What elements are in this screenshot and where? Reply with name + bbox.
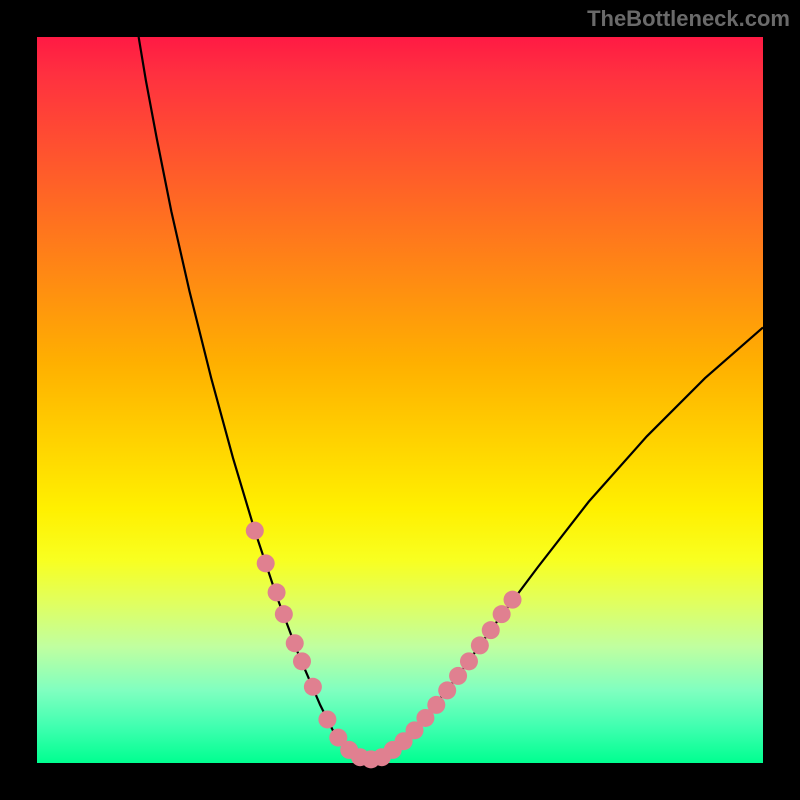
data-point-marker (427, 696, 445, 714)
data-point-marker (318, 710, 336, 728)
data-point-marker (304, 678, 322, 696)
data-point-marker (449, 667, 467, 685)
data-point-markers (246, 522, 522, 769)
watermark-text: TheBottleneck.com (587, 6, 790, 32)
data-point-marker (504, 591, 522, 609)
data-point-marker (438, 681, 456, 699)
data-point-marker (246, 522, 264, 540)
plot-area (37, 37, 763, 763)
data-point-marker (493, 605, 511, 623)
data-point-marker (257, 554, 275, 572)
data-point-marker (471, 636, 489, 654)
data-point-marker (268, 583, 286, 601)
chart-container: TheBottleneck.com (0, 0, 800, 800)
data-point-marker (275, 605, 293, 623)
data-point-marker (482, 621, 500, 639)
bottleneck-curve (139, 37, 763, 759)
curve-svg (37, 37, 763, 763)
data-point-marker (293, 652, 311, 670)
data-point-marker (286, 634, 304, 652)
data-point-marker (460, 652, 478, 670)
